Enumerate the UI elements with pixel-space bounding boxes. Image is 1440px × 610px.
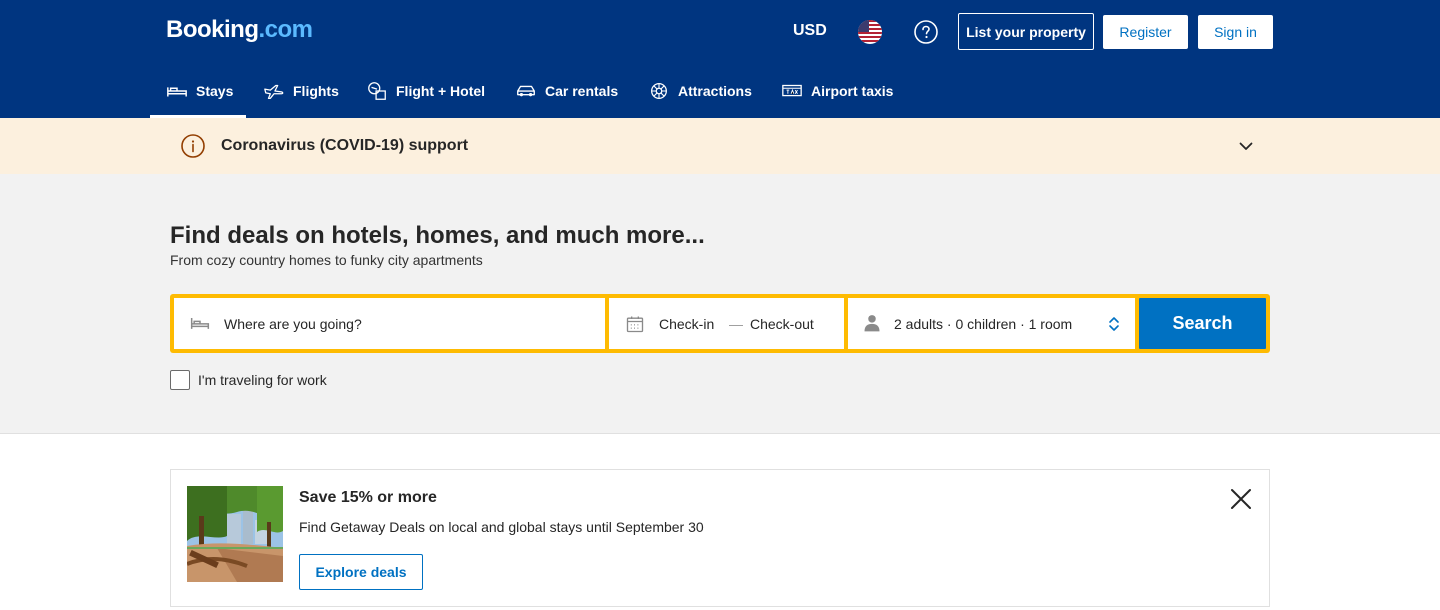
taxi-icon xyxy=(782,84,802,97)
booking-logo[interactable]: Booking.com xyxy=(166,16,313,44)
nav-tab-airport-taxis[interactable]: Airport taxis xyxy=(781,72,893,110)
chevron-down-icon[interactable] xyxy=(1238,138,1254,154)
us-flag-icon[interactable] xyxy=(858,20,882,44)
help-icon[interactable] xyxy=(914,20,938,44)
attractions-icon xyxy=(651,83,667,99)
explore-deals-button[interactable]: Explore deals xyxy=(299,554,423,590)
nav-label: Car rentals xyxy=(545,83,619,99)
plane-icon xyxy=(264,84,284,99)
list-your-property-button[interactable]: List your property xyxy=(958,13,1094,50)
check-out-date[interactable]: Check-out xyxy=(750,316,814,332)
nav-label: Airport taxis xyxy=(811,83,894,99)
nav-label: Flight + Hotel xyxy=(396,83,486,99)
promo-title: Save 15% or more xyxy=(299,489,437,506)
work-travel-checkbox[interactable] xyxy=(170,370,190,390)
close-icon[interactable] xyxy=(1229,487,1253,511)
search-button[interactable]: Search xyxy=(1139,298,1266,349)
nav-tab-flights[interactable]: Flights xyxy=(263,72,339,110)
nav-label: Attractions xyxy=(678,83,752,99)
register-button[interactable]: Register xyxy=(1103,15,1188,49)
page-title: Find deals on hotels, homes, and much mo… xyxy=(170,222,705,249)
work-travel-label[interactable]: I'm traveling for work xyxy=(198,372,327,388)
nav-tab-stays[interactable]: Stays xyxy=(166,72,233,110)
bed-icon xyxy=(190,313,210,333)
promo-description: Find Getaway Deals on local and global s… xyxy=(299,519,704,535)
nav-tab-car-rentals[interactable]: Car rentals xyxy=(515,72,618,110)
calendar-icon xyxy=(625,314,645,334)
nav-label: Flights xyxy=(293,83,339,99)
nav-tab-flight-hotel[interactable]: Flight + Hotel xyxy=(366,72,485,110)
currency-selector[interactable]: USD xyxy=(793,22,827,40)
car-icon xyxy=(517,85,535,97)
info-icon xyxy=(181,134,205,158)
nav-tab-attractions[interactable]: Attractions xyxy=(648,72,752,110)
covid-banner-title[interactable]: Coronavirus (COVID-19) support xyxy=(221,137,468,155)
nav-label: Stays xyxy=(196,83,234,99)
date-separator: — xyxy=(729,316,743,332)
flight-hotel-icon xyxy=(368,82,386,100)
promo-image xyxy=(187,486,283,582)
person-icon xyxy=(862,313,882,333)
destination-input[interactable]: Where are you going? xyxy=(224,316,362,332)
bed-icon xyxy=(167,87,187,97)
updown-chevron-icon[interactable] xyxy=(1107,316,1121,332)
page-subtitle: From cozy country homes to funky city ap… xyxy=(170,252,483,268)
guests-summary[interactable]: 2 adults · 0 children · 1 room xyxy=(894,316,1072,332)
sign-in-button[interactable]: Sign in xyxy=(1198,15,1273,49)
check-in-date[interactable]: Check-in xyxy=(659,316,714,332)
covid-banner[interactable] xyxy=(0,118,1440,174)
